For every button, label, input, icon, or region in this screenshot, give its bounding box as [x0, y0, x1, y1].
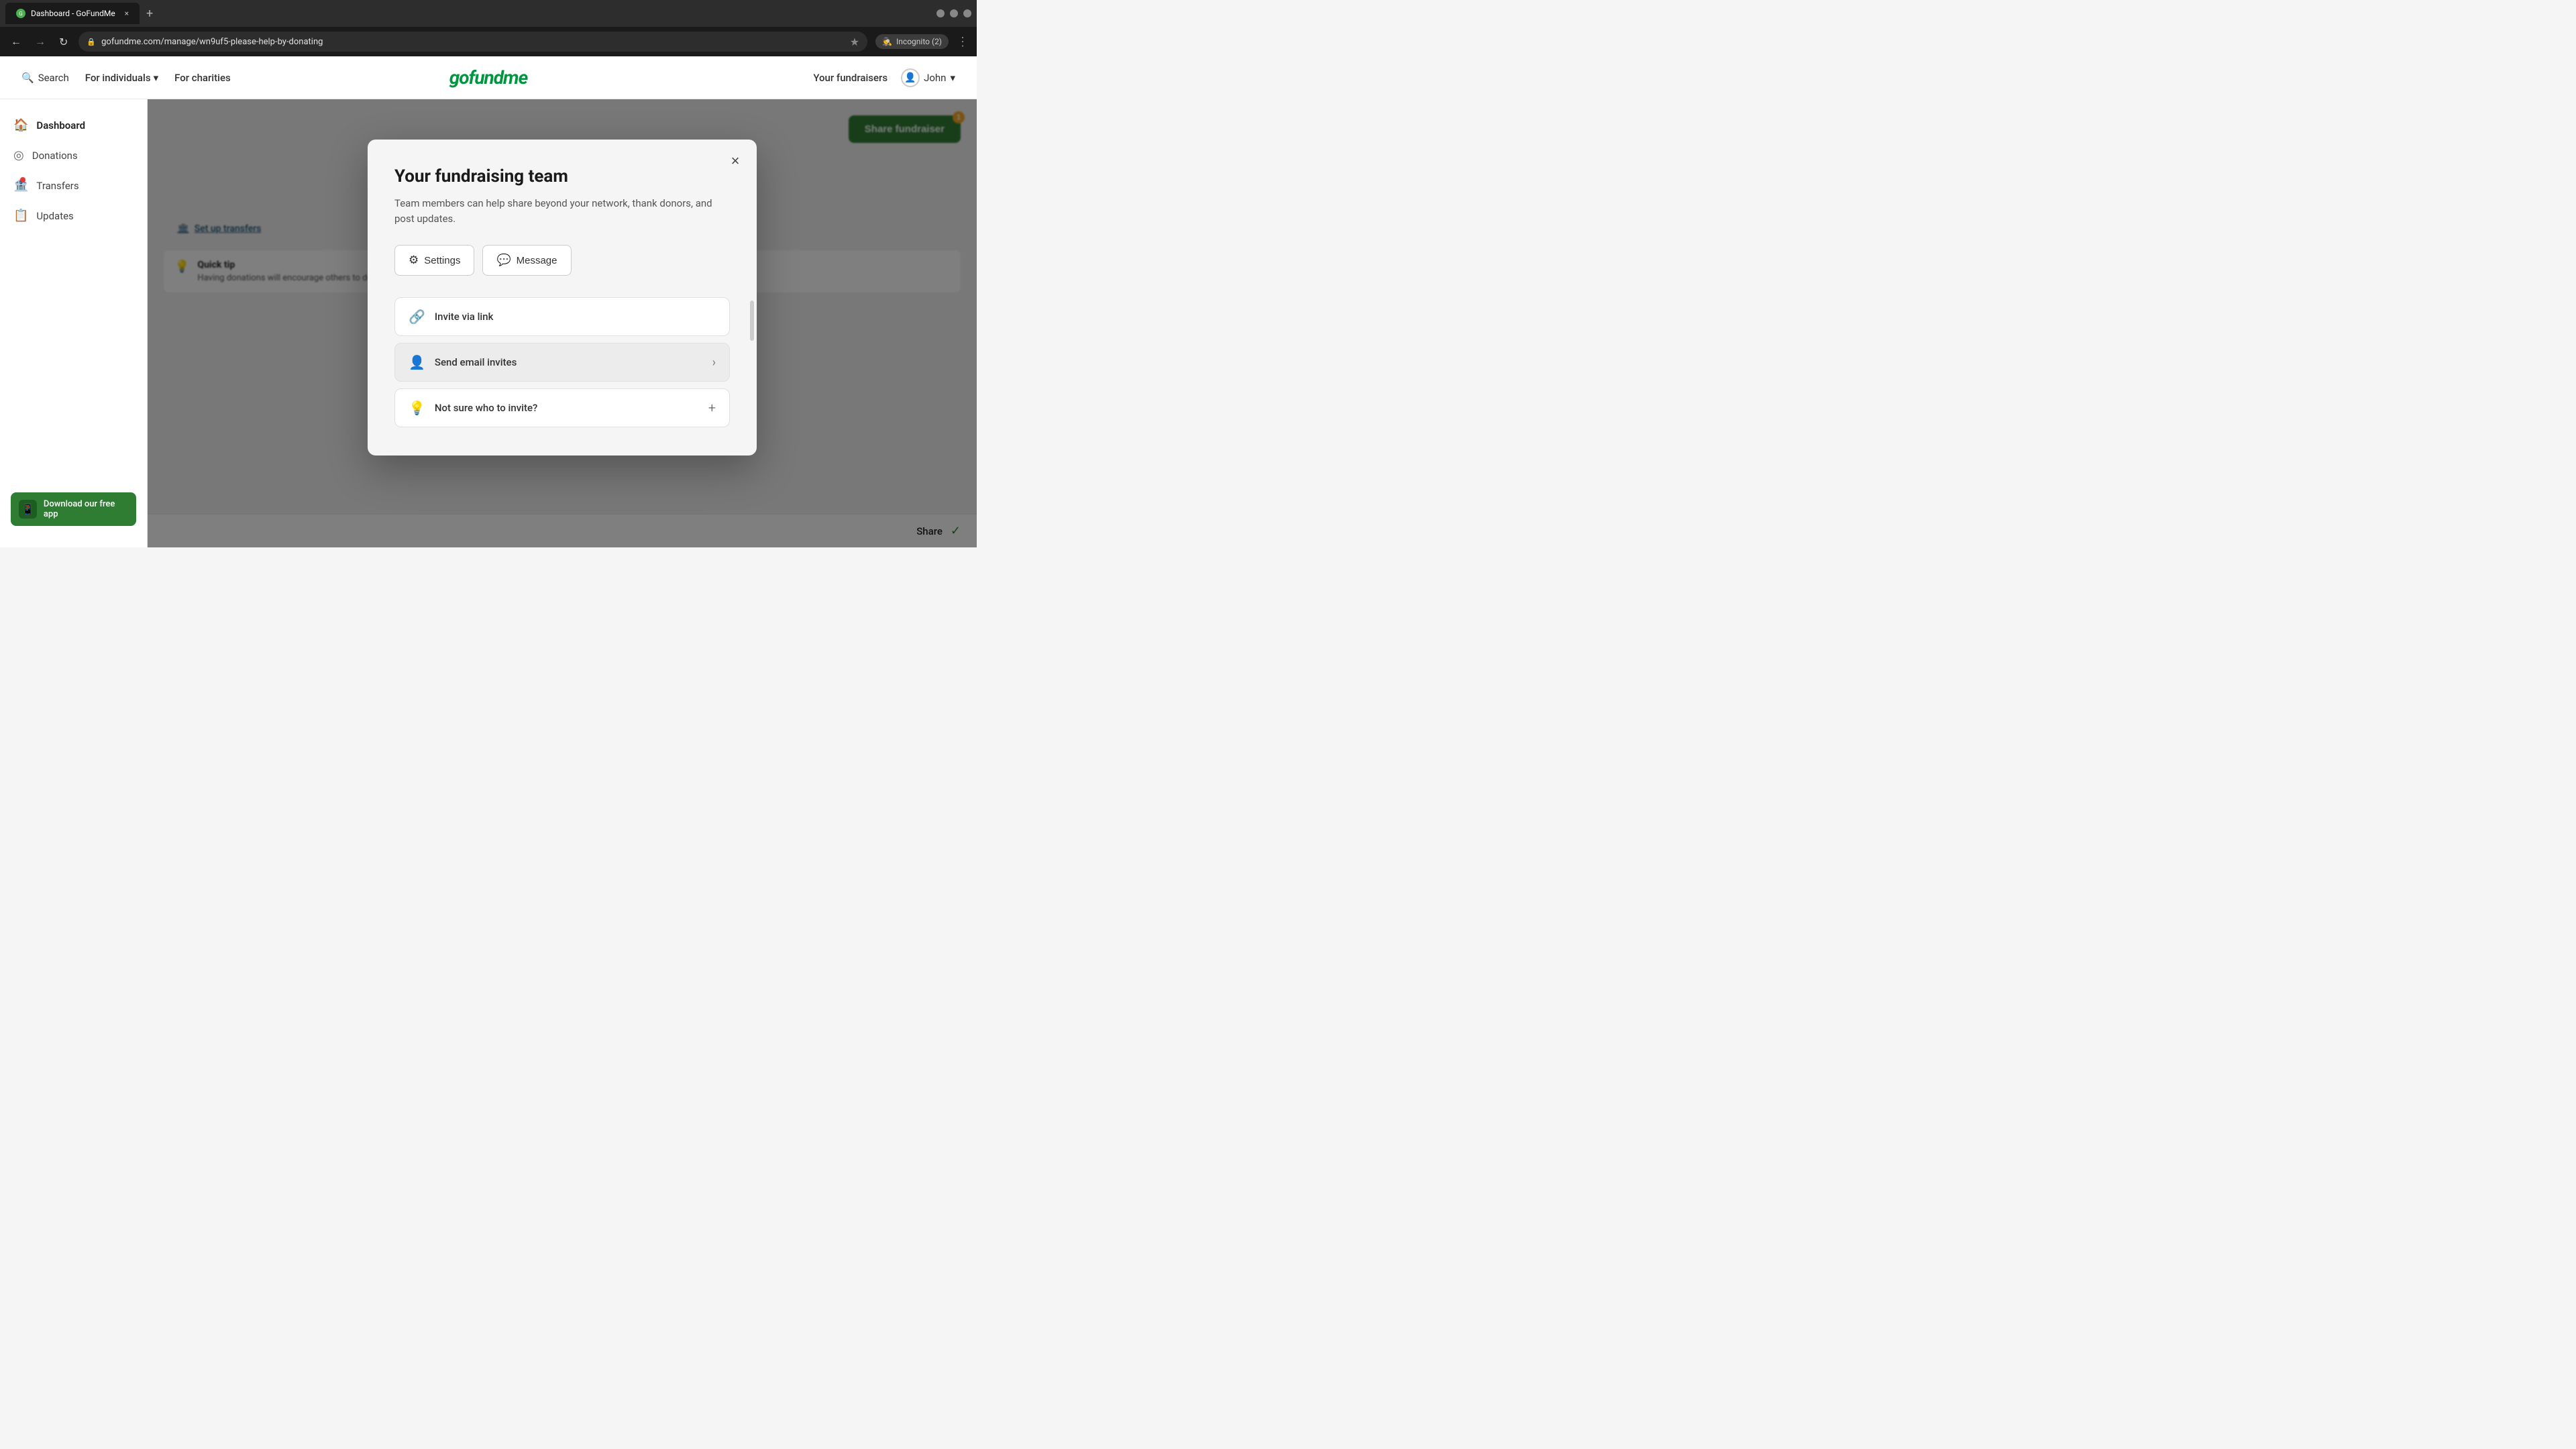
message-icon: 💬: [496, 254, 511, 267]
modal-scroll-area: Your fundraising team Team members can h…: [368, 140, 757, 455]
search-label: Search: [38, 72, 69, 84]
for-charities-nav-item[interactable]: For charities: [174, 72, 231, 84]
search-nav-item[interactable]: 🔍 Search: [21, 72, 69, 84]
download-app-button[interactable]: 📱 Download our free app: [11, 492, 136, 526]
modal-description: Team members can help share beyond your …: [394, 196, 730, 226]
donations-icon: ◎: [13, 148, 24, 162]
forward-button[interactable]: →: [32, 32, 48, 51]
sidebar-label-updates: Updates: [36, 210, 73, 222]
bookmark-icon[interactable]: ★: [850, 36, 859, 48]
modal-scrollbar[interactable]: [750, 301, 754, 341]
content-area: Share fundraiser 1 🏛 Set up transfers 💡 …: [148, 99, 977, 547]
for-individuals-chevron: ▾: [154, 72, 159, 84]
sidebar-bottom: 📱 Download our free app: [0, 482, 147, 537]
send-email-invites-item[interactable]: 👤 Send email invites ›: [394, 343, 730, 382]
address-bar-row: ← → ↻ 🔒 gofundme.com/manage/wn9uf5-pleas…: [0, 27, 977, 56]
url-text: gofundme.com/manage/wn9uf5-please-help-b…: [101, 37, 323, 47]
user-chevron-icon: ▾: [950, 72, 955, 84]
back-button[interactable]: ←: [8, 32, 24, 51]
maximize-button[interactable]: [950, 9, 958, 17]
dashboard-icon: 🏠: [13, 118, 28, 132]
top-nav: 🔍 Search For individuals ▾ For charities…: [0, 56, 977, 99]
lightbulb-icon: 💡: [409, 400, 425, 416]
modal-actions: ⚙ Settings 💬 Message: [394, 245, 730, 276]
transfers-notification-dot: [20, 177, 25, 182]
for-charities-label: For charities: [174, 72, 231, 84]
app-store-icon: 📱: [19, 500, 37, 519]
nav-right: Your fundraisers 👤 John ▾: [813, 68, 955, 87]
main-area: 🏠 Dashboard ◎ Donations 🏦 Transfers 📋 Up…: [0, 99, 977, 547]
tab-favicon: G: [16, 9, 25, 18]
user-avatar-icon: 👤: [901, 68, 920, 87]
address-bar[interactable]: 🔒 gofundme.com/manage/wn9uf5-please-help…: [78, 32, 867, 52]
browser-chrome: G Dashboard - GoFundMe × +: [0, 0, 977, 27]
invite-via-link-item[interactable]: 🔗 Invite via link: [394, 297, 730, 336]
updates-icon: 📋: [13, 209, 28, 223]
settings-label: Settings: [424, 255, 460, 266]
link-icon: 🔗: [409, 309, 425, 325]
close-button[interactable]: [963, 9, 971, 17]
settings-button[interactable]: ⚙ Settings: [394, 245, 474, 276]
sidebar-label-transfers: Transfers: [36, 180, 78, 192]
sidebar-item-dashboard[interactable]: 🏠 Dashboard: [0, 110, 147, 140]
user-name: John: [924, 72, 946, 84]
minimize-button[interactable]: [936, 9, 945, 17]
send-email-label: Send email invites: [435, 356, 517, 368]
tab-close-button[interactable]: ×: [125, 9, 129, 18]
right-controls: 🕵 Incognito (2) ⋮: [875, 34, 969, 49]
active-tab[interactable]: G Dashboard - GoFundMe ×: [5, 3, 140, 24]
settings-icon: ⚙: [409, 254, 419, 267]
sidebar-label-dashboard: Dashboard: [36, 119, 85, 131]
refresh-button[interactable]: ↻: [56, 33, 70, 51]
not-sure-label: Not sure who to invite?: [435, 402, 537, 414]
your-fundraisers-link[interactable]: Your fundraisers: [813, 72, 888, 84]
message-button[interactable]: 💬 Message: [482, 245, 571, 276]
page: 🔍 Search For individuals ▾ For charities…: [0, 56, 977, 547]
search-icon: 🔍: [21, 72, 34, 84]
modal-overlay[interactable]: × Your fundraising team Team members can…: [148, 99, 977, 547]
incognito-label: Incognito (2): [896, 37, 942, 46]
sidebar-item-donations[interactable]: ◎ Donations: [0, 140, 147, 170]
nav-left: 🔍 Search For individuals ▾ For charities: [21, 72, 231, 84]
lock-icon: 🔒: [87, 38, 96, 46]
for-individuals-nav-item[interactable]: For individuals ▾: [85, 72, 158, 84]
new-tab-button[interactable]: +: [142, 5, 157, 22]
tab-title: Dashboard - GoFundMe: [31, 9, 115, 18]
sidebar-item-updates[interactable]: 📋 Updates: [0, 201, 147, 231]
fundraising-team-modal: × Your fundraising team Team members can…: [368, 140, 757, 455]
user-menu[interactable]: 👤 John ▾: [901, 68, 955, 87]
window-controls: [936, 9, 971, 17]
gofundme-logo: gofundme: [449, 66, 527, 89]
person-add-icon: 👤: [409, 354, 425, 370]
for-individuals-label: For individuals: [85, 72, 151, 84]
browser-tabs: G Dashboard - GoFundMe × +: [5, 3, 926, 24]
sidebar-label-donations: Donations: [32, 150, 78, 162]
extensions-button[interactable]: ⋮: [957, 35, 969, 49]
incognito-profile-button[interactable]: 🕵 Incognito (2): [875, 34, 949, 49]
sidebar: 🏠 Dashboard ◎ Donations 🏦 Transfers 📋 Up…: [0, 99, 148, 547]
plus-icon: +: [708, 400, 716, 416]
sidebar-item-transfers[interactable]: 🏦 Transfers: [0, 170, 147, 201]
download-app-label: Download our free app: [44, 499, 128, 519]
not-sure-who-item[interactable]: 💡 Not sure who to invite? +: [394, 388, 730, 427]
send-email-arrow-icon: ›: [712, 356, 716, 370]
incognito-icon: 🕵: [882, 37, 892, 46]
message-label: Message: [517, 255, 557, 266]
modal-title: Your fundraising team: [394, 166, 730, 186]
modal-close-button[interactable]: ×: [724, 150, 746, 172]
invite-via-link-label: Invite via link: [435, 311, 494, 323]
